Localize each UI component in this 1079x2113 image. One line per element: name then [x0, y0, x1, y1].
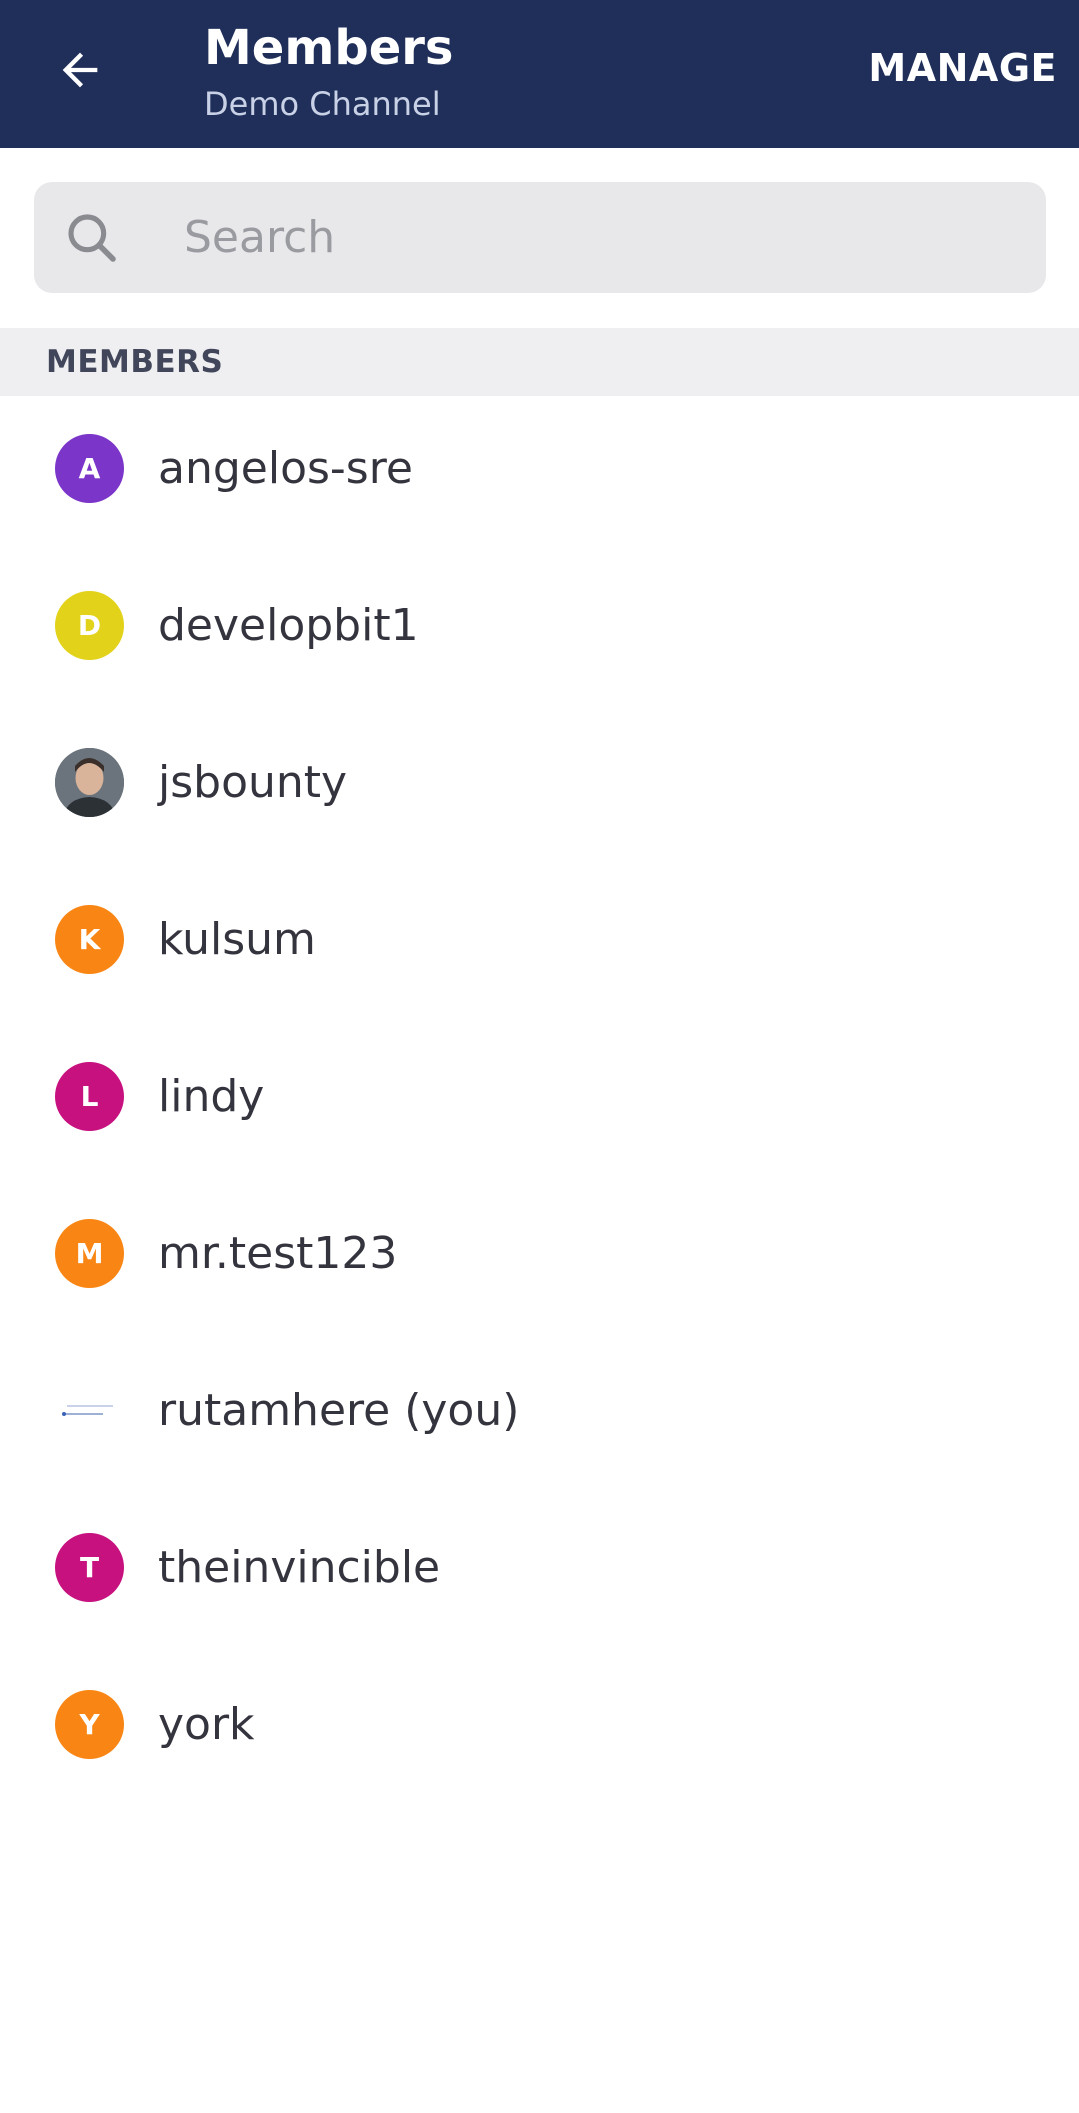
member-row[interactable]: jsbounty — [0, 710, 1079, 867]
member-name: theinvincible — [158, 1542, 441, 1593]
search-bar[interactable] — [34, 182, 1046, 293]
search-icon — [68, 214, 116, 262]
member-name: jsbounty — [158, 757, 348, 808]
back-button[interactable] — [40, 30, 120, 110]
member-row[interactable]: Kkulsum — [0, 867, 1079, 1024]
avatar: D — [55, 591, 124, 660]
page-title: Members — [204, 20, 454, 76]
member-row[interactable]: Aangelos-sre — [0, 396, 1079, 553]
user-photo-icon — [55, 748, 124, 817]
avatar-initial: L — [80, 1080, 99, 1113]
avatar-initial: Y — [79, 1708, 100, 1741]
avatar-initial: K — [78, 923, 101, 956]
avatar: Y — [55, 1690, 124, 1759]
search-input[interactable] — [184, 182, 1024, 293]
member-name: lindy — [158, 1071, 265, 1122]
avatar: K — [55, 905, 124, 974]
member-name: rutamhere (you) — [158, 1385, 520, 1436]
section-label: MEMBERS — [46, 344, 224, 380]
member-row[interactable]: rutamhere (you) — [0, 1338, 1079, 1495]
channel-name: Demo Channel — [204, 85, 441, 123]
avatar-initial: A — [78, 452, 101, 485]
avatar-initial: T — [79, 1551, 100, 1584]
member-list: Aangelos-sre Ddevelopbit1 jsbounty Kkulsum L… — [0, 396, 1079, 1809]
app-header: Members Demo Channel MANAGE — [0, 0, 1079, 148]
avatar: M — [55, 1219, 124, 1288]
member-name: developbit1 — [158, 600, 419, 651]
member-name: angelos-sre — [158, 443, 413, 494]
avatar: T — [55, 1533, 124, 1602]
member-name: kulsum — [158, 914, 316, 965]
avatar — [55, 1376, 124, 1445]
manage-button[interactable]: MANAGE — [868, 46, 1057, 90]
arrow-left-icon — [62, 52, 98, 88]
member-row[interactable]: Mmr.test123 — [0, 1181, 1079, 1338]
members-section-header: MEMBERS — [0, 328, 1079, 396]
avatar: L — [55, 1062, 124, 1131]
member-row[interactable]: Yyork — [0, 1652, 1079, 1809]
member-name: mr.test123 — [158, 1228, 398, 1279]
member-row[interactable]: Llindy — [0, 1024, 1079, 1181]
member-row[interactable]: Ttheinvincible — [0, 1495, 1079, 1652]
member-row[interactable]: Ddevelopbit1 — [0, 553, 1079, 710]
avatar: A — [55, 434, 124, 503]
user-image-icon — [55, 1376, 124, 1445]
avatar-initial: M — [75, 1237, 104, 1270]
member-name: york — [158, 1699, 255, 1750]
avatar — [55, 748, 124, 817]
avatar-initial: D — [77, 609, 102, 642]
